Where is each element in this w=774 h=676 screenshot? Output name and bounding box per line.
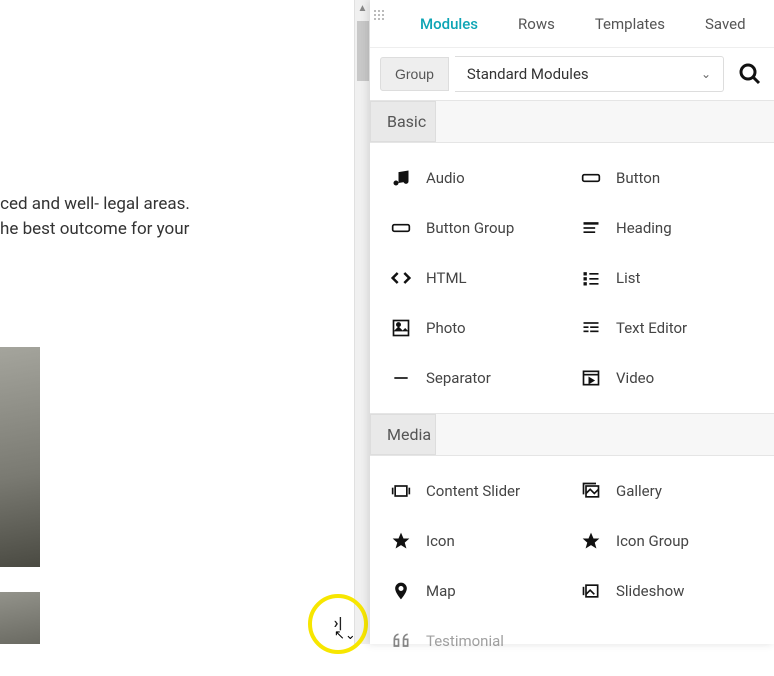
module-label: Audio <box>426 169 465 187</box>
module-button[interactable]: Button <box>572 153 762 203</box>
star-icon <box>390 530 412 552</box>
module-label: Button <box>616 169 660 187</box>
module-button-group[interactable]: Button Group <box>382 203 572 253</box>
tab-rows[interactable]: Rows <box>498 0 575 48</box>
panel-drag-handle[interactable] <box>374 10 386 22</box>
module-grid-media: Content Slider Gallery Icon Icon Group M… <box>370 456 774 676</box>
heading-icon <box>580 217 602 239</box>
module-label: Heading <box>616 219 672 237</box>
module-label: Icon <box>426 532 455 550</box>
map-icon <box>390 580 412 602</box>
module-label: Separator <box>426 369 491 387</box>
page-photo-placeholder <box>0 347 40 567</box>
scrollbar-up-icon[interactable]: ▲ <box>355 0 370 16</box>
module-label: Map <box>426 582 456 600</box>
slider-icon <box>390 480 412 502</box>
module-content-slider[interactable]: Content Slider <box>382 466 572 516</box>
module-label: List <box>616 269 640 287</box>
module-map[interactable]: Map <box>382 566 572 616</box>
group-select-value: Standard Modules <box>467 65 589 83</box>
tab-modules[interactable]: Modules <box>400 0 498 48</box>
video-icon <box>580 367 602 389</box>
module-label: Content Slider <box>426 482 520 500</box>
module-video[interactable]: Video <box>572 353 762 403</box>
module-slideshow[interactable]: Slideshow <box>572 566 762 616</box>
module-label: Photo <box>426 319 466 337</box>
section-header-basic[interactable]: Basic <box>370 101 436 142</box>
section-header-media-wrap: Media <box>370 413 774 456</box>
search-button[interactable] <box>736 60 764 88</box>
module-label: HTML <box>426 269 467 287</box>
module-icon-group[interactable]: Icon Group <box>572 516 762 566</box>
group-select[interactable]: Standard Modules ⌄ <box>455 56 724 92</box>
gallery-icon <box>580 480 602 502</box>
text-editor-icon <box>580 317 602 339</box>
section-header-media[interactable]: Media <box>370 414 436 455</box>
module-label: Icon Group <box>616 532 689 550</box>
chevron-down-icon: ⌄ <box>701 67 711 81</box>
page-body-text: nly experienced and well- legal areas. T… <box>0 192 220 241</box>
group-button[interactable]: Group <box>380 57 449 91</box>
module-separator[interactable]: Separator <box>382 353 572 403</box>
scrollbar-thumb[interactable] <box>357 21 369 81</box>
module-html[interactable]: HTML <box>382 253 572 303</box>
music-icon <box>390 167 412 189</box>
photo-icon <box>390 317 412 339</box>
page-photo-placeholder-2 <box>0 592 40 644</box>
star-icon <box>580 530 602 552</box>
module-grid-basic: Audio Button Button Group Heading HTML L… <box>370 143 774 413</box>
module-gallery[interactable]: Gallery <box>572 466 762 516</box>
cursor-icon: ↖⌄ <box>334 628 356 643</box>
module-photo[interactable]: Photo <box>382 303 572 353</box>
tab-templates[interactable]: Templates <box>575 0 685 48</box>
section-header-basic-wrap: Basic <box>370 100 774 143</box>
module-list[interactable]: List <box>572 253 762 303</box>
panel-tabs: Modules Rows Templates Saved <box>370 0 774 48</box>
module-label: Testimonial <box>426 632 504 650</box>
quote-icon <box>390 630 412 652</box>
modules-panel: Modules Rows Templates Saved Group Stand… <box>370 0 774 644</box>
module-label: Text Editor <box>616 319 687 337</box>
code-icon <box>390 267 412 289</box>
slideshow-icon <box>580 580 602 602</box>
button-icon <box>580 167 602 189</box>
list-icon <box>580 267 602 289</box>
button-group-icon <box>390 217 412 239</box>
module-icon[interactable]: Icon <box>382 516 572 566</box>
canvas-scrollbar[interactable]: ▲ <box>354 0 370 644</box>
module-label: Button Group <box>426 219 514 237</box>
separator-icon <box>390 367 412 389</box>
tab-saved[interactable]: Saved <box>685 0 766 48</box>
search-icon <box>738 62 762 86</box>
module-label: Gallery <box>616 482 662 500</box>
module-label: Slideshow <box>616 582 684 600</box>
page-canvas: nly experienced and well- legal areas. T… <box>0 0 370 644</box>
module-text-editor[interactable]: Text Editor <box>572 303 762 353</box>
module-heading[interactable]: Heading <box>572 203 762 253</box>
group-filter-row: Group Standard Modules ⌄ <box>370 48 774 100</box>
module-audio[interactable]: Audio <box>382 153 572 203</box>
module-label: Video <box>616 369 654 387</box>
module-testimonial[interactable]: Testimonial <box>382 616 572 666</box>
